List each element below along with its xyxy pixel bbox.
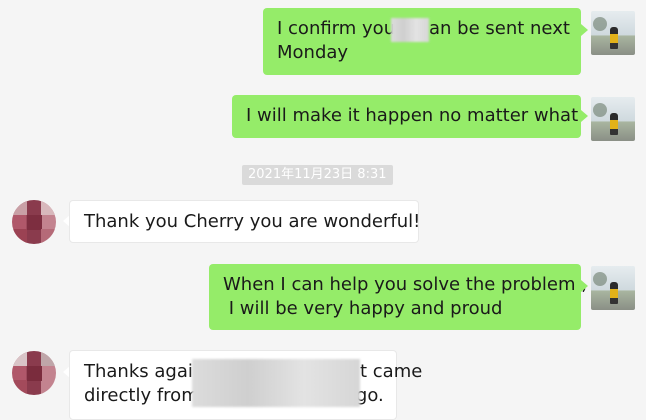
redaction-blur [192,359,360,407]
message-text: t came [360,361,423,382]
message-bubble[interactable]: I confirm you an be sent next Monday [263,8,581,75]
avatar-person [610,282,618,304]
avatar-pixel [12,200,27,215]
avatar-pixel [41,351,56,366]
message-text: directly from [84,385,199,406]
message-text: I confirm you [277,18,396,39]
avatar-tree [593,103,607,117]
avatar-person [610,27,618,49]
bubble-tail [581,280,588,292]
message-bubble[interactable]: Thanks agair t came directly from Chicag… [69,350,422,420]
message-bubble[interactable]: Thank you Cherry you are wonderful! [69,200,421,243]
message-bubble[interactable]: I will make it happen no matter what [232,95,581,138]
message-text: Thank you Cherry you are wonderful! [84,211,421,232]
message-text: I will make it happen no matter what [246,105,579,126]
avatar-pixel [41,200,56,215]
avatar[interactable] [591,266,635,310]
avatar-pixel [12,351,27,366]
message-text: When I can help you solve the problem , [223,274,587,295]
message-text: an be sent next [429,18,570,39]
avatar-pixel [12,229,27,244]
avatar-tree [593,272,607,286]
timestamp: 2021年11月23日 8:31 [242,165,393,185]
bubble-tail [581,24,588,36]
avatar[interactable] [591,11,635,55]
bubble-tail [581,110,588,122]
avatar-pixel [41,229,56,244]
avatar-pixel [27,215,42,230]
avatar-person [610,113,618,135]
message-text: Thanks agair [84,361,201,382]
avatar-pixel [27,366,42,381]
avatar[interactable] [12,200,56,244]
avatar[interactable] [12,351,56,395]
message-bubble[interactable]: When I can help you solve the problem , … [209,264,587,330]
message-text: I will be very happy and proud [223,298,503,319]
avatar-pixel [12,380,27,395]
redaction-blur [391,18,429,42]
avatar[interactable] [591,97,635,141]
message-text: Monday [277,42,349,63]
avatar-tree [593,17,607,31]
